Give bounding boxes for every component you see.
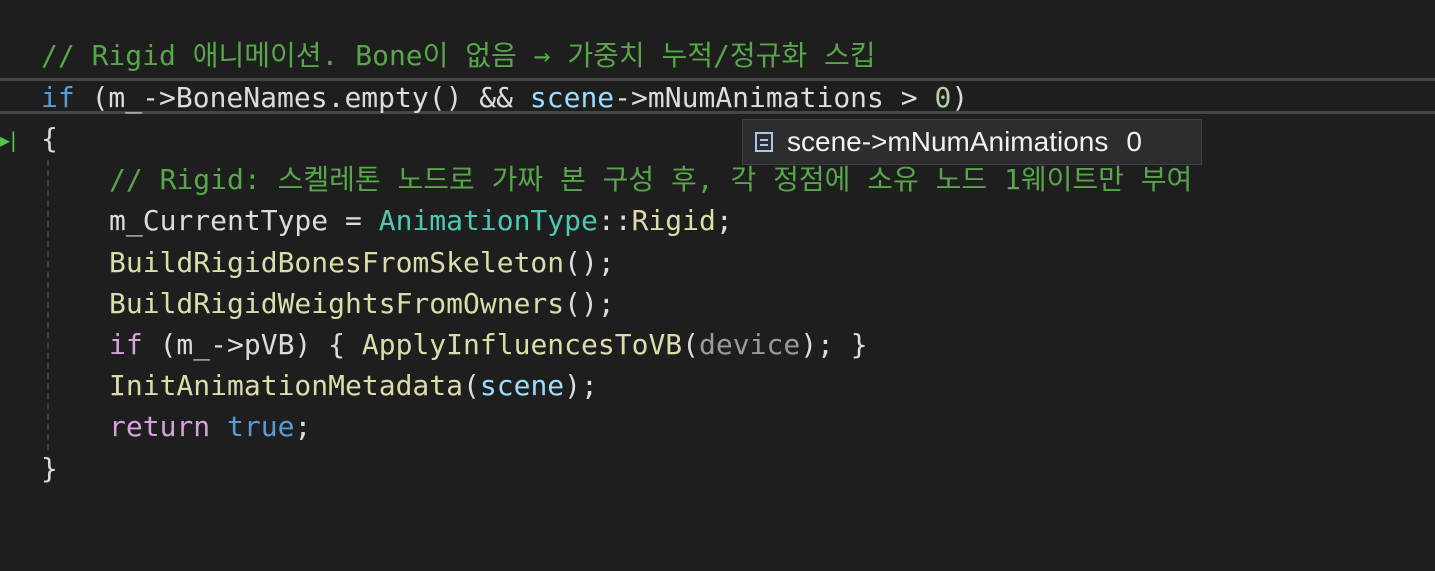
function-name[interactable]: BuildRigidBonesFromSkeleton — [109, 246, 564, 279]
code-line[interactable]: // Rigid: 스켈레톤 노드로 가짜 본 구성 후, 각 정점에 소유 노… — [0, 159, 1435, 200]
code-line[interactable]: BuildRigidWeightsFromOwners(); — [0, 283, 1435, 324]
code-line[interactable]: { — [0, 118, 1435, 159]
comment: // Rigid: 스켈레톤 노드로 가짜 본 구성 후, 각 정점에 소유 노… — [109, 163, 1193, 196]
code-text: BuildRigidBonesFromSkeleton(); — [109, 242, 615, 283]
code-text: :: — [597, 204, 632, 237]
code-text: if (m_->BoneNames.empty() && scene->mNum… — [41, 77, 968, 118]
code-line[interactable]: return true; — [0, 406, 1435, 447]
code-text: return true; — [109, 406, 311, 447]
code-text: ); } — [800, 328, 868, 361]
datatip-value[interactable]: 0 — [1126, 126, 1142, 158]
keyword: if — [41, 81, 75, 114]
code-line[interactable]: BuildRigidBonesFromSkeleton(); — [0, 242, 1435, 283]
variable[interactable]: scene — [530, 81, 614, 114]
enum-member[interactable]: Rigid — [632, 204, 716, 237]
code-text: ->mNumAnimations > — [614, 81, 935, 114]
function-name[interactable]: BuildRigidWeightsFromOwners — [109, 287, 564, 320]
code-line[interactable]: InitAnimationMetadata(scene); — [0, 365, 1435, 406]
code-text: ; — [294, 410, 312, 443]
variable[interactable]: scene — [480, 369, 564, 402]
code-text: (); — [564, 246, 615, 279]
code-line[interactable]: } — [0, 448, 1435, 489]
code-text: ( — [463, 369, 480, 402]
code-text: ; — [715, 204, 733, 237]
keyword: true — [227, 410, 295, 443]
code-line[interactable]: if (m_->BoneNames.empty() && scene->mNum… — [0, 77, 1435, 118]
field-icon — [755, 132, 773, 152]
keyword: return — [109, 410, 211, 443]
keyword: if — [109, 328, 143, 361]
open-brace: { — [41, 122, 58, 155]
code-editor[interactable]: ▸| // Rigid 애니메이션. Bone이 없음 → 가중치 누적/정규화… — [0, 0, 1435, 506]
code-text: m_CurrentType = — [109, 204, 379, 237]
comment: // Rigid 애니메이션. Bone이 없음 → 가중치 누적/정규화 스킵 — [41, 39, 876, 72]
parameter[interactable]: device — [699, 328, 800, 361]
code-text: (m_->pVB) { — [142, 328, 362, 361]
code-line[interactable]: m_CurrentType = AnimationType::Rigid; — [0, 200, 1435, 241]
code-text: ) — [951, 81, 969, 114]
function-name[interactable]: ApplyInfluencesToVB — [362, 328, 682, 361]
code-text: if (m_->pVB) { ApplyInfluencesToVB(devic… — [109, 324, 868, 365]
code-text: m_CurrentType = AnimationType::Rigid; — [109, 200, 733, 241]
datatip[interactable]: scene->mNumAnimations 0 — [742, 119, 1202, 165]
function-name[interactable]: InitAnimationMetadata — [109, 369, 463, 402]
code-text: BuildRigidWeightsFromOwners(); — [109, 283, 615, 324]
datatip-expression[interactable]: scene->mNumAnimations — [787, 126, 1108, 158]
code-line[interactable]: if (m_->pVB) { ApplyInfluencesToVB(devic… — [0, 324, 1435, 365]
code-text: ); — [564, 369, 598, 402]
code-line[interactable]: // Rigid 애니메이션. Bone이 없음 → 가중치 누적/정규화 스킵 — [0, 35, 1435, 76]
code-text: InitAnimationMetadata(scene); — [109, 365, 598, 406]
code-text: (m_->BoneNames.empty() && — [74, 81, 530, 114]
code-text: (); — [564, 287, 615, 320]
code-text: ( — [682, 328, 700, 361]
number: 0 — [934, 81, 952, 114]
type-name[interactable]: AnimationType — [379, 204, 598, 237]
close-brace: } — [41, 452, 58, 485]
